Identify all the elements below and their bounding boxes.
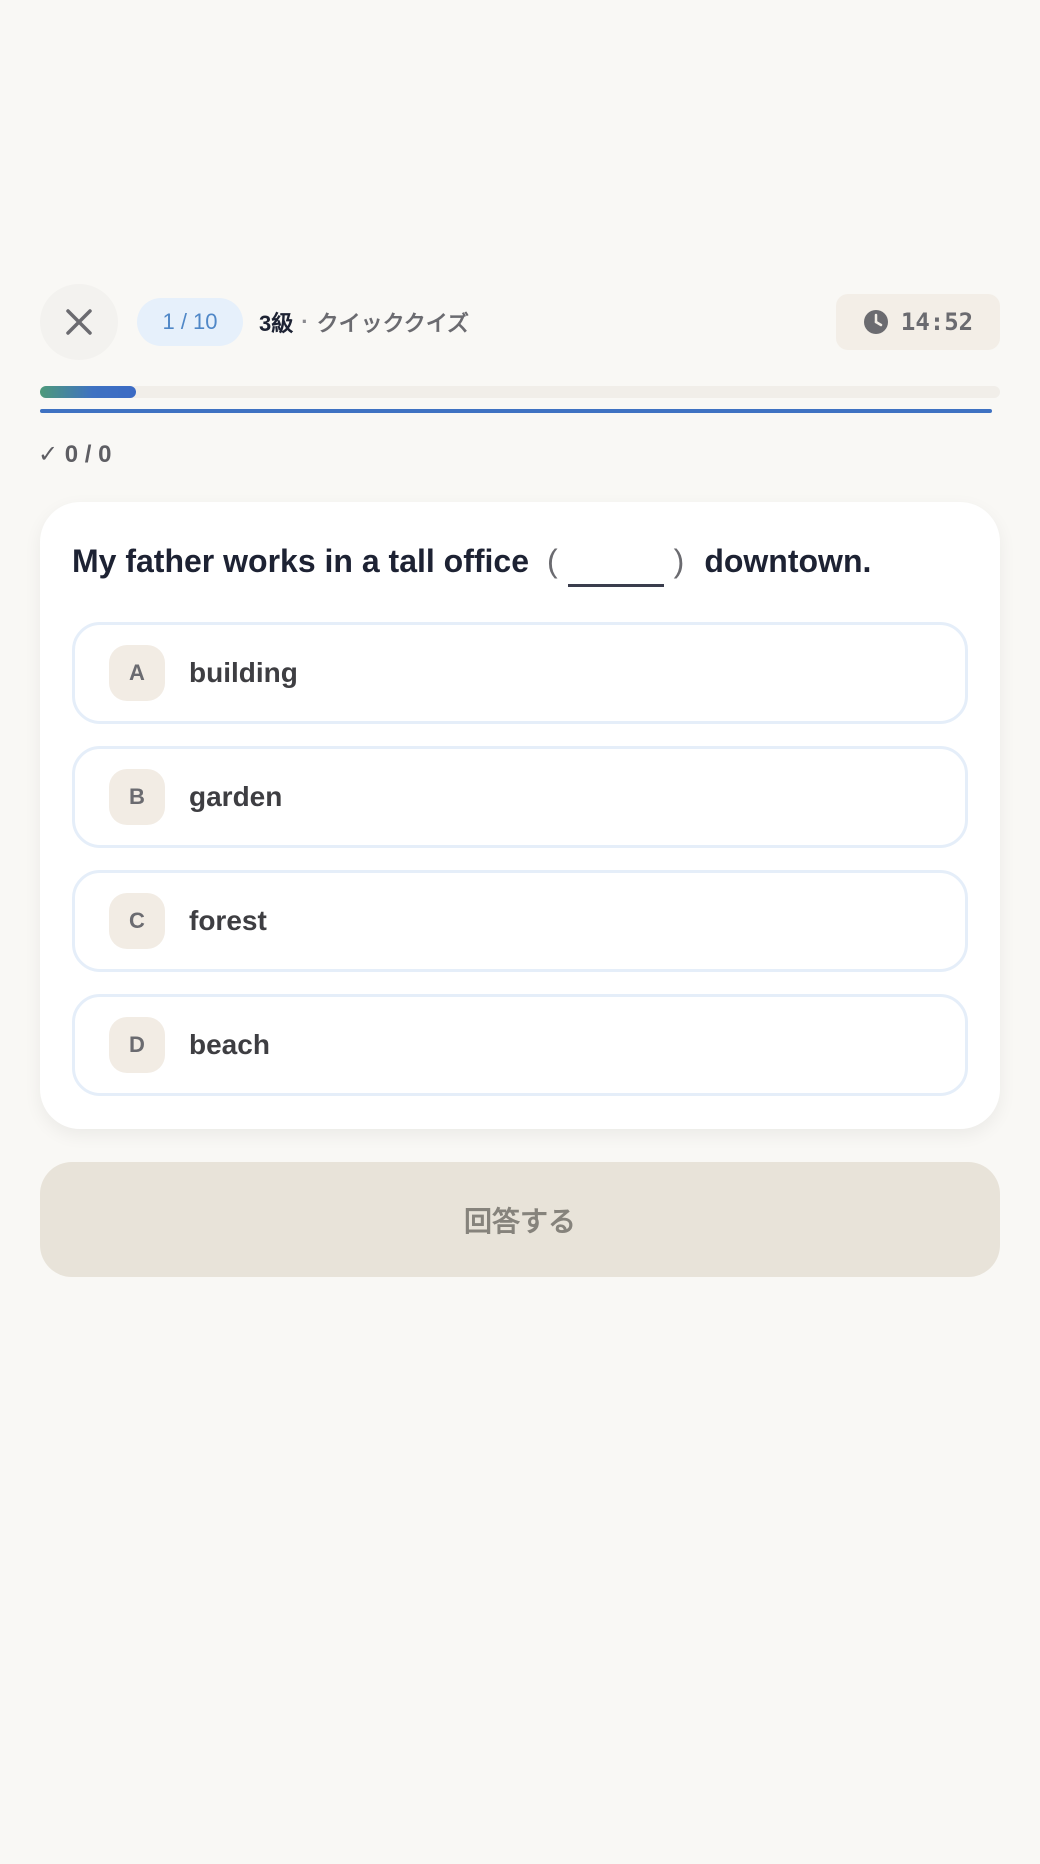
option-text: garden: [189, 781, 283, 812]
timer-value: 14:52: [900, 308, 974, 336]
question-counter: 1 / 10: [162, 309, 218, 334]
timer: 14:52: [836, 294, 1000, 350]
quiz-title: 3級 · クイッククイズ: [259, 298, 469, 346]
question-text: My father works in a tall office ( ) dow…: [72, 536, 872, 587]
option-a[interactable]: A building: [72, 622, 968, 724]
option-letter: C: [109, 893, 165, 949]
question-card: My father works in a tall office ( ) dow…: [40, 502, 1000, 1129]
quiz-header: 1 / 10 3級 · クイッククイズ 14:52: [40, 284, 1000, 360]
close-icon: [66, 309, 92, 335]
answer-blank: [567, 540, 664, 587]
option-letter: A: [109, 645, 165, 701]
clock-icon: [863, 310, 888, 334]
option-letter: B: [109, 769, 165, 825]
level-label: 3級: [259, 311, 294, 336]
progress-bar-fill: [40, 386, 136, 398]
option-b[interactable]: B garden: [72, 746, 968, 848]
option-d[interactable]: D beach: [72, 994, 968, 1096]
progress-bar: [40, 386, 1000, 398]
close-button[interactable]: [40, 284, 118, 360]
score-counter: ✓ 0 / 0: [38, 440, 112, 468]
close-paren: ): [673, 542, 685, 579]
title-separator: ·: [301, 309, 309, 334]
option-letter: D: [109, 1017, 165, 1073]
option-text: building: [189, 657, 298, 688]
question-before: My father works in a tall office: [72, 542, 529, 579]
open-paren: (: [547, 542, 558, 579]
submit-answer-button[interactable]: 回答する: [40, 1162, 1000, 1277]
question-after: downtown.: [704, 542, 872, 579]
question-counter-badge: 1 / 10: [137, 298, 243, 346]
progress-underline: [40, 409, 992, 413]
option-text: forest: [189, 905, 267, 936]
option-text: beach: [189, 1029, 270, 1060]
quiz-name: クイッククイズ: [316, 311, 470, 336]
option-c[interactable]: C forest: [72, 870, 968, 972]
